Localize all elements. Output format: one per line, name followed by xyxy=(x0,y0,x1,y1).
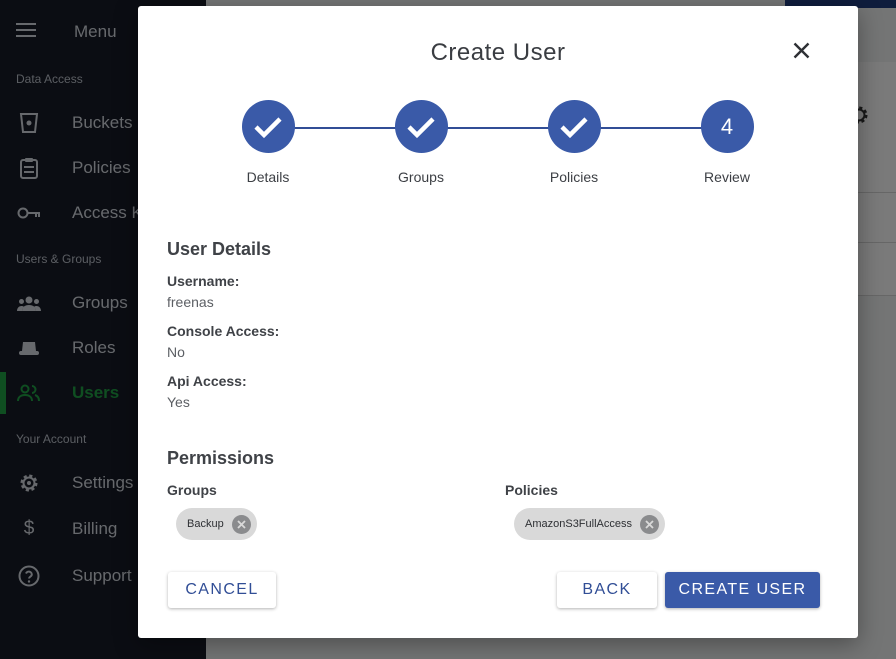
api-access-value: Yes xyxy=(167,394,190,410)
step-review: 4 Review xyxy=(672,100,782,185)
console-access-value: No xyxy=(167,344,185,360)
step-details: Details xyxy=(213,100,323,185)
console-access-label: Console Access: xyxy=(167,323,280,339)
permissions-heading: Permissions xyxy=(167,448,275,468)
dialog-title: Create User xyxy=(430,39,566,66)
step-policies: Policies xyxy=(519,100,629,185)
policies-label: Policies xyxy=(505,482,558,498)
username-label: Username: xyxy=(167,273,240,289)
username-value: freenas xyxy=(167,294,214,310)
back-button[interactable]: BACK xyxy=(557,572,657,608)
stepper-connector xyxy=(268,127,727,129)
step-label: Groups xyxy=(398,169,444,185)
step-label: Details xyxy=(246,169,290,185)
step-complete-icon xyxy=(394,100,448,153)
policy-chip: AmazonS3FullAccess xyxy=(514,508,665,540)
cancel-button[interactable]: CANCEL xyxy=(168,572,276,608)
chip-label: Backup xyxy=(187,518,224,530)
close-icon xyxy=(793,42,810,64)
create-user-button[interactable]: CREATE USER xyxy=(665,572,820,608)
api-access-label: Api Access: xyxy=(167,373,247,389)
step-number: 4 xyxy=(700,100,754,153)
close-button[interactable] xyxy=(789,41,813,65)
remove-chip-icon[interactable] xyxy=(640,514,659,534)
user-details-heading: User Details xyxy=(167,239,272,259)
step-label: Policies xyxy=(549,169,599,185)
step-label: Review xyxy=(704,169,750,185)
step-complete-icon xyxy=(241,100,295,153)
chip-label: AmazonS3FullAccess xyxy=(525,518,632,530)
step-groups: Groups xyxy=(366,100,476,185)
groups-label: Groups xyxy=(167,482,217,498)
create-user-dialog: Create User Details Groups Policies 4 Re… xyxy=(138,6,858,638)
remove-chip-icon[interactable] xyxy=(231,514,251,534)
step-complete-icon xyxy=(547,100,601,153)
group-chip: Backup xyxy=(176,508,257,540)
